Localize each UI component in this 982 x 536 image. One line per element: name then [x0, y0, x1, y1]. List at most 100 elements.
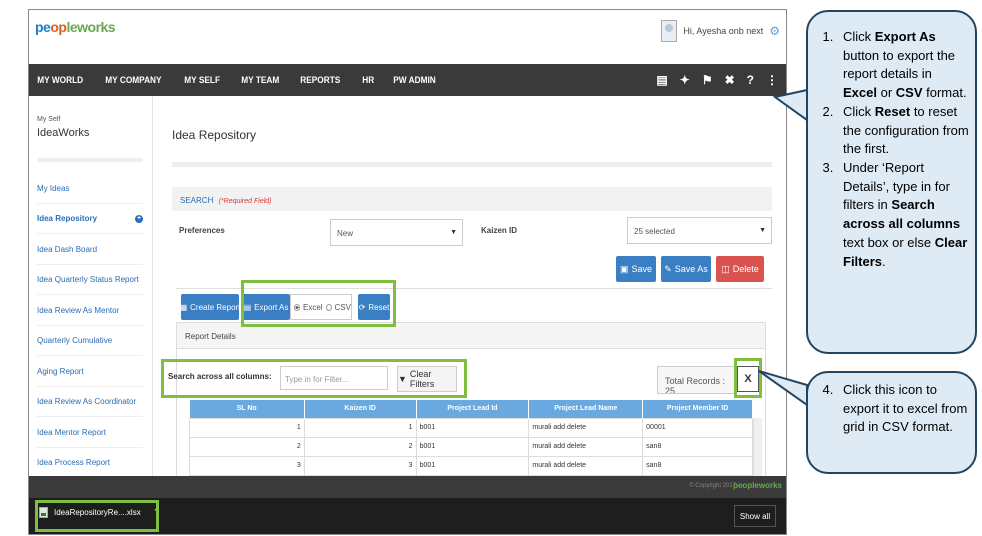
- sidebar-section-label: My Self: [37, 116, 61, 123]
- grid-scrollbar[interactable]: [753, 418, 762, 478]
- step-text: or: [876, 85, 896, 101]
- highlight-export-reset: [241, 280, 396, 327]
- column-header[interactable]: Project Lead Name: [528, 400, 644, 418]
- table-cell: 2: [303, 436, 417, 457]
- logo-part-3: leworks: [66, 19, 116, 35]
- kaizen-id-select[interactable]: 25 selected ▼: [627, 217, 772, 244]
- sidebar-item-idea-dash-board[interactable]: Idea Dash Board: [29, 234, 153, 265]
- highlight-excel-icon: [734, 358, 762, 398]
- report-grid: SL No Kaizen ID Project Lead Id Project …: [189, 400, 753, 476]
- share-icon[interactable]: ⋮: [766, 73, 778, 87]
- sidebar-item-mentor-report[interactable]: Idea Mentor Report: [29, 417, 153, 448]
- trash-icon: ◫: [721, 263, 730, 274]
- app-window: peopleworks Hi, Ayesha onb next ⚙ MY WOR…: [28, 9, 787, 535]
- highlight-search-filters: [161, 359, 467, 398]
- save-button[interactable]: ▣ Save: [616, 256, 656, 282]
- column-header[interactable]: Project Lead Id: [416, 400, 530, 418]
- highlight-download: [35, 500, 159, 532]
- column-header[interactable]: Project Member ID: [642, 400, 753, 418]
- search-section-header[interactable]: SEARCH (*Required Field): [172, 187, 772, 211]
- instruction-step-3: Under ‘Report Details’, type in for filt…: [837, 159, 969, 271]
- sidebar-item-label: Idea Quarterly Status Report: [37, 275, 139, 285]
- bulb-icon[interactable]: ✦: [680, 73, 690, 87]
- grid-header-row: SL No Kaizen ID Project Lead Id Project …: [189, 400, 753, 418]
- floppy-icon: ▣: [619, 263, 629, 274]
- show-all-button[interactable]: Show all: [734, 505, 776, 527]
- step-text: Click: [843, 103, 875, 119]
- tools-icon[interactable]: ✖: [725, 73, 735, 87]
- nav-my-self[interactable]: MY SELF: [176, 64, 228, 96]
- preferences-label: Preferences: [179, 226, 225, 235]
- sidebar-item-quarterly-cumulative[interactable]: Quarterly Cumulative: [29, 326, 153, 357]
- nav-my-team[interactable]: MY TEAM: [233, 64, 288, 96]
- gear-icon[interactable]: ⚙: [769, 24, 780, 38]
- step-text: format.: [922, 85, 967, 101]
- user-area: Hi, Ayesha onb next ⚙: [661, 20, 780, 42]
- table-cell: 3: [189, 455, 305, 476]
- nav-hr[interactable]: HR: [354, 64, 383, 96]
- column-header[interactable]: SL No: [189, 400, 305, 418]
- avatar[interactable]: [661, 20, 678, 42]
- flag-icon[interactable]: ⚑: [702, 73, 713, 87]
- sidebar-item-my-ideas[interactable]: My Ideas: [29, 173, 153, 204]
- main-navbar: MY WORLD MY COMPANY MY SELF MY TEAM REPO…: [29, 64, 786, 96]
- table-cell: 1: [189, 417, 305, 438]
- preferences-value: New: [337, 229, 354, 238]
- sidebar: My Self IdeaWorks My Ideas Idea Reposito…: [29, 96, 153, 479]
- step-text: text box or else: [843, 234, 935, 250]
- download-bar: IdeaRepositoryRe....xlsx ⌃ Show all: [29, 498, 786, 534]
- edit-icon: ✎: [664, 263, 672, 274]
- sidebar-item-label: Idea Review As Mentor: [37, 305, 120, 315]
- plus-icon[interactable]: +: [135, 214, 143, 223]
- table-row[interactable]: 2 2 b001 murali add delete san8: [189, 436, 753, 457]
- sidebar-item-quarterly-status[interactable]: Idea Quarterly Status Report: [29, 265, 153, 296]
- table-cell: murali add delete: [528, 417, 644, 438]
- sidebar-item-process-report[interactable]: Idea Process Report: [29, 448, 153, 479]
- help-icon[interactable]: ?: [747, 73, 754, 87]
- app-footer: © Copyright 2017 peopleworks: [29, 476, 786, 498]
- search-section-label: SEARCH: [180, 196, 214, 205]
- sidebar-item-label: Idea Review As Coordinator: [37, 397, 137, 407]
- step-keyword: Export As: [874, 29, 936, 44]
- sidebar-item-label: Quarterly Cumulative: [37, 336, 113, 346]
- sidebar-item-label: Idea Process Report: [37, 458, 110, 468]
- preferences-select[interactable]: New ▼: [330, 219, 463, 246]
- top-bar: peopleworks Hi, Ayesha onb next ⚙: [29, 10, 786, 62]
- table-row[interactable]: 3 3 b001 murali add delete san8: [189, 455, 753, 476]
- sidebar-item-label: Idea Dash Board: [37, 244, 98, 254]
- nav-my-company[interactable]: MY COMPANY: [97, 64, 170, 96]
- save-button-label: Save: [631, 264, 653, 274]
- sidebar-item-idea-repository[interactable]: Idea Repository +: [29, 204, 153, 235]
- delete-button[interactable]: ◫ Delete: [716, 256, 764, 282]
- table-icon: ▦: [179, 302, 188, 312]
- title-divider: [172, 162, 772, 167]
- sidebar-item-review-coordinator[interactable]: Idea Review As Coordinator: [29, 387, 153, 418]
- step-text: button to export the report details in: [843, 47, 956, 82]
- table-cell: b001: [415, 417, 530, 438]
- book-icon[interactable]: ▤: [656, 73, 667, 87]
- step-keyword: Excel: [843, 85, 877, 101]
- sidebar-item-aging-report[interactable]: Aging Report: [29, 356, 153, 387]
- table-cell: san8: [642, 455, 753, 476]
- user-greeting[interactable]: Hi, Ayesha onb next: [683, 26, 763, 36]
- column-header[interactable]: Kaizen ID: [304, 400, 417, 418]
- sidebar-item-review-mentor[interactable]: Idea Review As Mentor: [29, 295, 153, 326]
- create-report-button[interactable]: ▦ Create Report: [179, 294, 241, 320]
- chevron-down-icon: ▼: [759, 227, 766, 234]
- nav-reports[interactable]: REPORTS: [292, 64, 349, 96]
- create-report-label: Create Report: [190, 302, 241, 312]
- instruction-callout-2: Click this icon to export it to excel fr…: [806, 371, 977, 474]
- table-cell: 2: [189, 436, 305, 457]
- copyright-text: © Copyright 2017: [689, 483, 736, 489]
- nav-pw-admin[interactable]: PW ADMIN: [385, 64, 444, 96]
- step-text: .: [882, 253, 886, 269]
- table-cell: 3: [303, 455, 417, 476]
- save-as-button[interactable]: ✎ Save As: [661, 256, 711, 282]
- delete-button-label: Delete: [732, 264, 759, 274]
- table-row[interactable]: 1 1 b001 murali add delete 00001: [189, 417, 753, 438]
- sidebar-item-label: Idea Mentor Report: [37, 427, 106, 437]
- instruction-callout-1: Click Export As button to export the rep…: [806, 10, 977, 354]
- nav-my-world[interactable]: MY WORLD: [29, 64, 91, 96]
- peopleworks-logo[interactable]: peopleworks: [35, 19, 116, 35]
- table-cell: 00001: [642, 417, 753, 438]
